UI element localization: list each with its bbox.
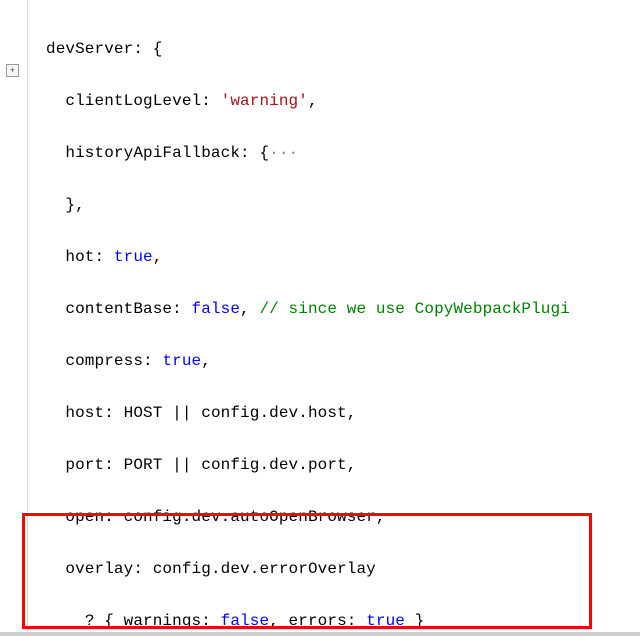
token: hot <box>65 248 94 266</box>
token: overlay <box>65 560 133 578</box>
token: : <box>201 92 220 110</box>
token: : <box>133 560 152 578</box>
token: clientLogLevel <box>65 92 201 110</box>
token: true <box>162 352 201 370</box>
token: : <box>172 300 191 318</box>
token: : <box>104 508 123 526</box>
code-line: historyApiFallback: {··· <box>46 140 640 166</box>
token: 'warning' <box>221 92 308 110</box>
gutter: + <box>0 0 28 636</box>
code-line: contentBase: false, // since we use Copy… <box>46 296 640 322</box>
code-area[interactable]: devServer: { clientLogLevel: 'warning' , … <box>28 0 640 636</box>
scrollbar-track[interactable] <box>0 632 640 636</box>
code-line: compress: true, <box>46 348 640 374</box>
token: , <box>240 300 259 318</box>
token: }, <box>65 196 84 214</box>
fold-expand-icon[interactable]: + <box>6 64 19 77</box>
token: false <box>221 612 270 630</box>
token: config.dev.autoOpenBrowser <box>124 508 376 526</box>
code-line: port: PORT || config.dev.port, <box>46 452 640 478</box>
token: true <box>114 248 153 266</box>
token: ? { warnings: <box>85 612 221 630</box>
token: host <box>65 404 104 422</box>
token: PORT || config.dev.port <box>124 456 347 474</box>
code-editor: + devServer: { clientLogLevel: 'warning'… <box>0 0 640 636</box>
code-line: devServer: { <box>46 36 640 62</box>
token: port <box>65 456 104 474</box>
code-line: clientLogLevel: 'warning', <box>46 88 640 114</box>
code-line: host: HOST || config.dev.host, <box>46 400 640 426</box>
token: : <box>95 248 114 266</box>
token: : <box>143 352 162 370</box>
token: } <box>405 612 424 630</box>
code-line: open: config.dev.autoOpenBrowser, <box>46 504 640 530</box>
token: compress <box>65 352 143 370</box>
token: : { <box>240 144 269 162</box>
code-line: overlay: config.dev.errorOverlay <box>46 556 640 582</box>
token: devServer: { <box>46 40 162 58</box>
token: HOST || config.dev.host <box>124 404 347 422</box>
token: : <box>104 404 123 422</box>
token: , <box>376 508 386 526</box>
fold-ellipsis-icon[interactable]: ··· <box>269 144 298 162</box>
token: true <box>366 612 405 630</box>
comment: // since we use CopyWebpackPlugi <box>259 300 569 318</box>
token: , errors: <box>269 612 366 630</box>
token: , <box>153 248 163 266</box>
token: : <box>104 456 123 474</box>
token: , <box>347 456 357 474</box>
code-line: hot: true, <box>46 244 640 270</box>
code-line: }, <box>46 192 640 218</box>
token: false <box>192 300 241 318</box>
token: , <box>201 352 211 370</box>
token: , <box>347 404 357 422</box>
token: contentBase <box>65 300 172 318</box>
token: historyApiFallback <box>65 144 240 162</box>
token: open <box>65 508 104 526</box>
token: config.dev.errorOverlay <box>153 560 376 578</box>
token: , <box>308 92 318 110</box>
code-line: ? { warnings: false, errors: true } <box>46 608 640 634</box>
